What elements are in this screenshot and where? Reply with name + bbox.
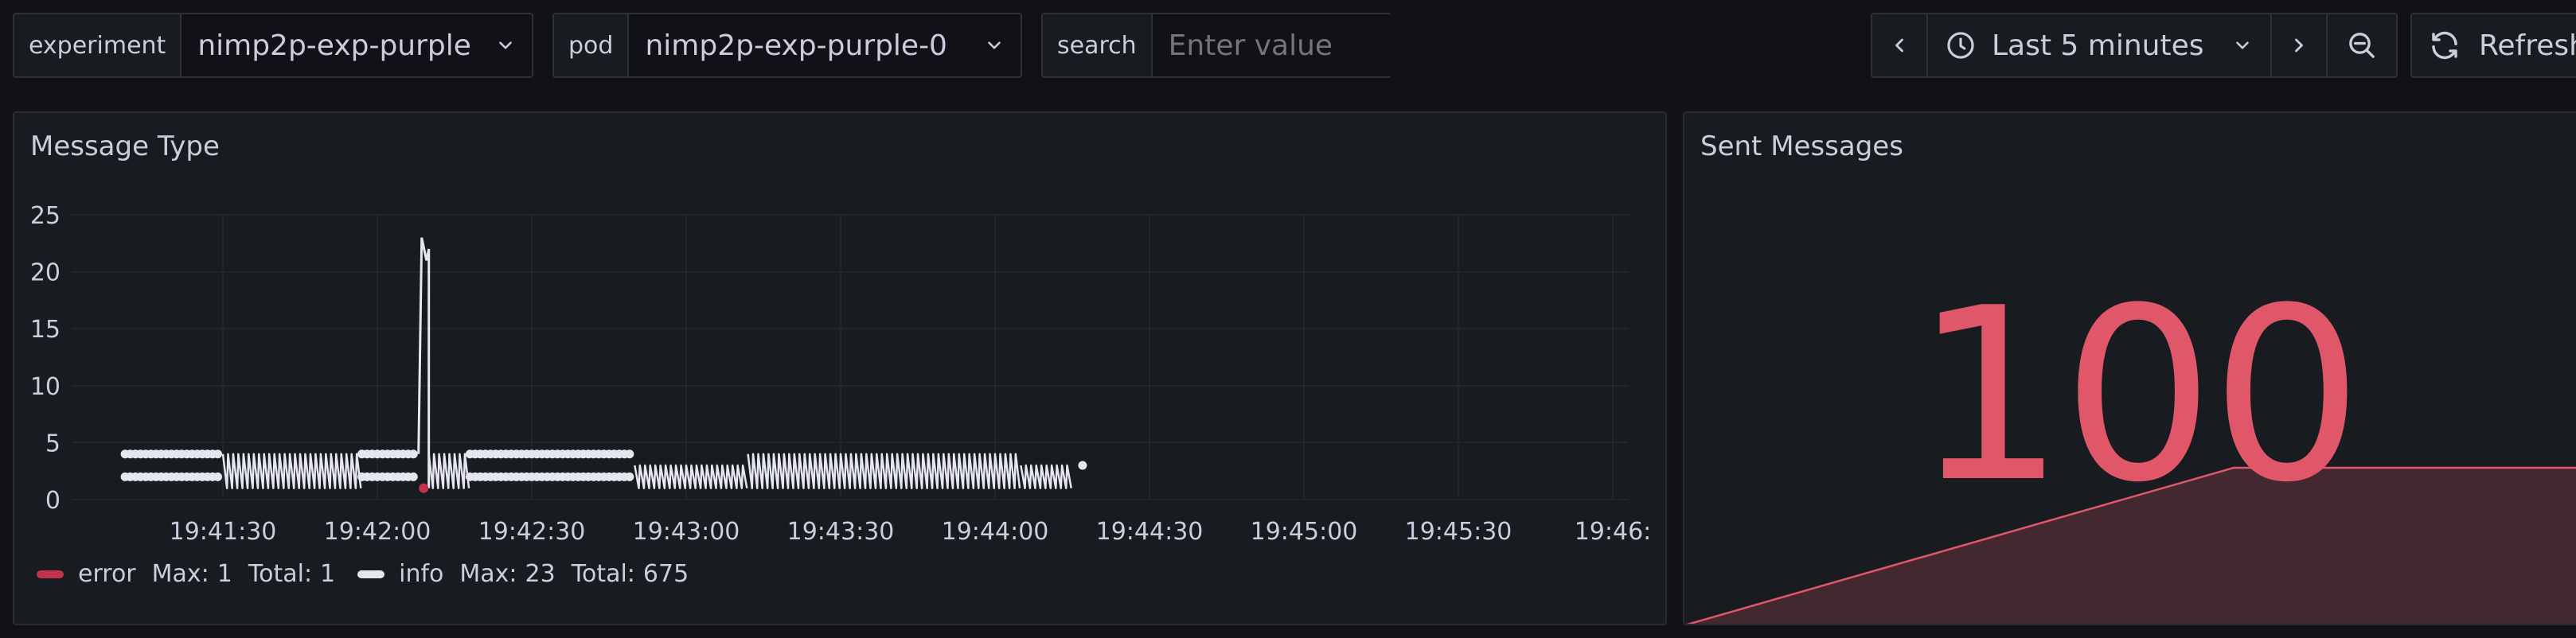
pod-select[interactable]: nimp2p-exp-purple-0 <box>629 14 1021 76</box>
series-line-info <box>747 453 1021 489</box>
stat-value: 100 <box>1913 257 2363 535</box>
x-tick-label: 19:45:00 <box>1251 518 1358 546</box>
time-picker: Last 5 minutes <box>1871 13 2398 78</box>
legend-max-value: 23 <box>525 560 556 588</box>
data-point-info <box>625 472 634 481</box>
search-variable: search <box>1041 13 1541 78</box>
x-tick-label: 19:43:30 <box>787 518 895 546</box>
legend-total-label: Total: <box>571 560 635 588</box>
series-line-info <box>221 453 362 489</box>
refresh-icon <box>2432 31 2457 60</box>
series-line-info <box>417 237 431 488</box>
legend-total-label: Total: <box>248 560 313 588</box>
x-tick-label: 19:42:00 <box>324 518 431 546</box>
experiment-variable: experiment nimp2p-exp-purple <box>13 13 533 78</box>
experiment-value: nimp2p-exp-purple <box>197 29 471 62</box>
time-range-button[interactable]: Last 5 minutes <box>1928 14 2272 76</box>
data-point-info <box>1078 461 1087 470</box>
legend-max-label: Max: <box>459 560 517 588</box>
y-tick-label: 25 <box>30 202 60 230</box>
data-point-info <box>408 472 418 481</box>
y-tick-label: 0 <box>45 487 60 515</box>
chevron-left-icon <box>1895 38 1903 53</box>
refresh-button[interactable]: Refresh <box>2410 13 2576 78</box>
message-type-panel: Message Type 0 5 10 15 20 25 19:41:30 19:42:00 1… <box>13 111 1667 625</box>
pod-value: nimp2p-exp-purple-0 <box>645 29 947 62</box>
legend-max-label: Max: <box>151 560 209 588</box>
chevron-down-icon <box>476 35 516 56</box>
legend-max-value: 1 <box>217 560 232 588</box>
chart-legend: error Max: 1 Total: 1 info Max: 23 Total… <box>37 560 689 588</box>
legend-name-info[interactable]: info <box>399 560 443 588</box>
sent-messages-panel: Sent Messages 100 <box>1683 111 2576 625</box>
experiment-label: experiment <box>14 14 182 76</box>
search-input[interactable] <box>1152 14 1541 76</box>
y-tick-label: 20 <box>30 259 60 287</box>
series-line-info <box>634 464 748 489</box>
legend-total-value: 1 <box>320 560 336 588</box>
data-point-info <box>213 472 223 481</box>
legend-total-value: 675 <box>642 560 689 588</box>
time-forward-button[interactable] <box>2272 14 2328 76</box>
search-label: search <box>1043 14 1153 76</box>
x-tick-label: 19:43:00 <box>633 518 740 546</box>
zoom-out-icon <box>2349 33 2375 58</box>
clock-icon <box>1947 32 1974 59</box>
x-tick-label: 19:42:30 <box>478 518 586 546</box>
x-tick-label: 19:44:30 <box>1096 518 1204 546</box>
data-point-info <box>213 449 223 459</box>
x-tick-label: 19:45:30 <box>1405 518 1512 546</box>
data-point-info <box>625 449 634 459</box>
pod-label: pod <box>554 14 630 76</box>
chevron-down-icon <box>2236 41 2249 49</box>
chevron-down-icon <box>965 35 1005 56</box>
data-point-info <box>408 449 418 459</box>
y-tick-label: 15 <box>30 316 60 344</box>
data-point-error <box>419 483 429 493</box>
series-line-info <box>427 453 470 489</box>
series-line-info <box>1020 464 1072 489</box>
y-tick-label: 10 <box>30 373 60 401</box>
time-back-button[interactable] <box>1872 14 1928 76</box>
chevron-right-icon <box>2295 38 2303 53</box>
zoom-out-button[interactable] <box>2328 14 2396 76</box>
legend-swatch-error <box>37 570 64 578</box>
message-type-chart: 0 5 10 15 20 25 19:41:30 19:42:00 19:42:30 19:43:… <box>30 202 1652 546</box>
x-tick-label: 19:46: <box>1575 518 1652 546</box>
x-tick-label: 19:44:00 <box>942 518 1049 546</box>
legend-swatch-info <box>357 570 385 578</box>
time-range-label: Last 5 minutes <box>1992 29 2204 62</box>
refresh-label: Refresh <box>2479 29 2576 62</box>
y-tick-label: 5 <box>45 430 60 457</box>
experiment-select[interactable]: nimp2p-exp-purple <box>181 14 532 76</box>
pod-variable: pod nimp2p-exp-purple-0 <box>552 13 1022 78</box>
legend-name-error[interactable]: error <box>78 560 136 588</box>
x-tick-label: 19:41:30 <box>170 518 277 546</box>
